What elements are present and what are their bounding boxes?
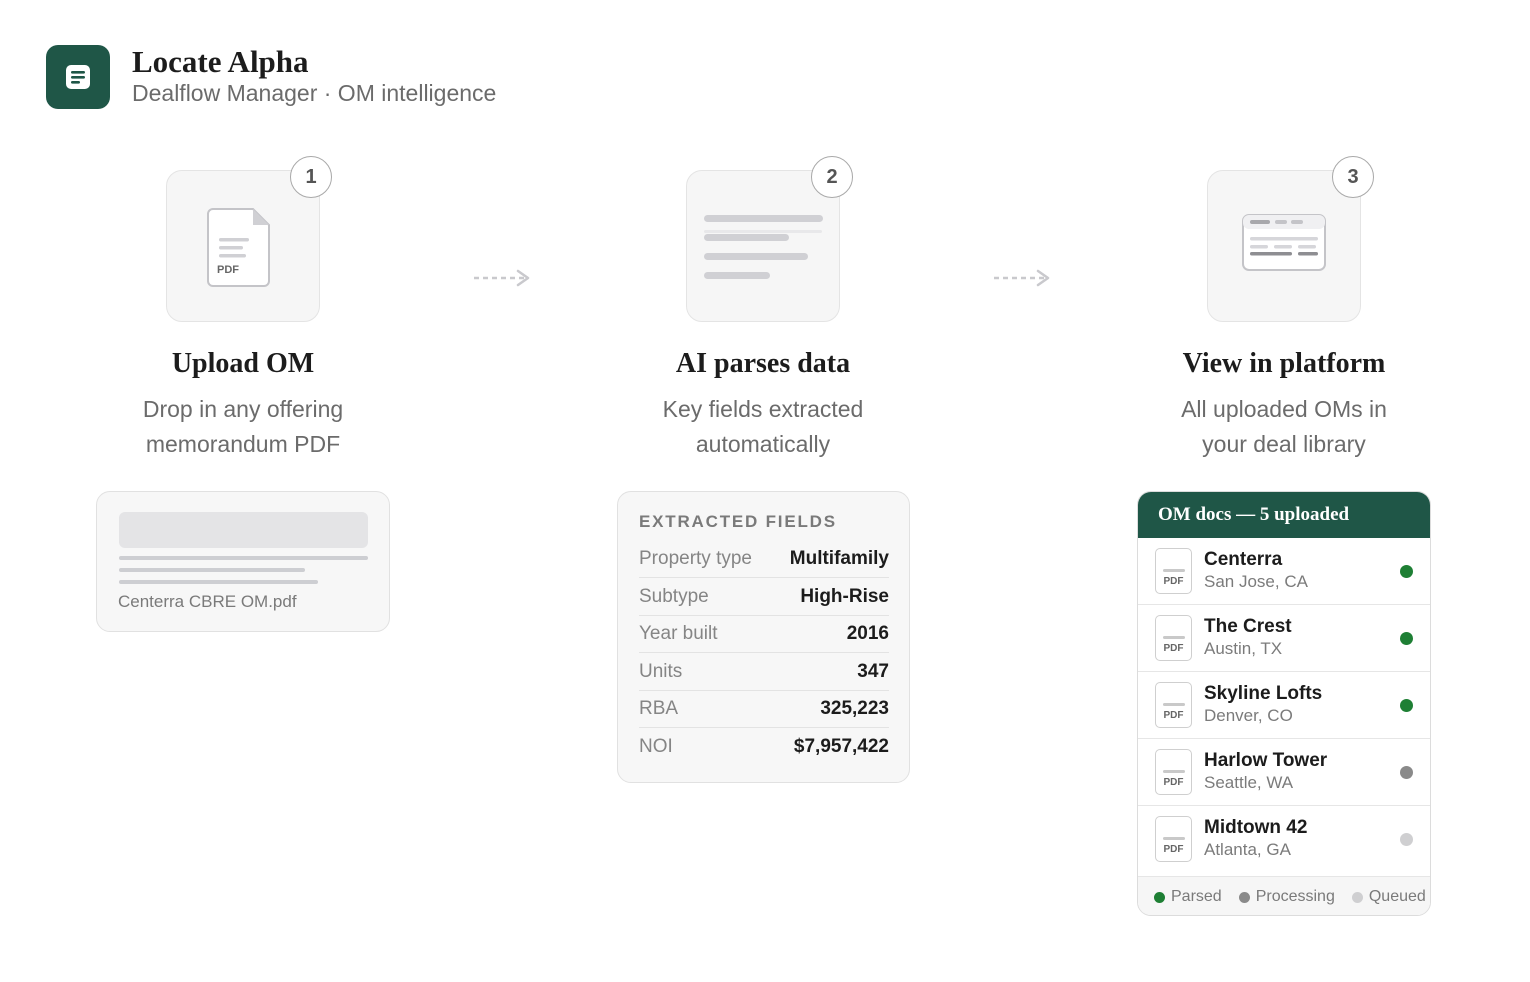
step-2-number: 2 [811, 156, 853, 198]
legend-label: Parsed [1171, 888, 1222, 905]
status-dot-parsed [1400, 699, 1413, 712]
doc-name: Harlow Tower [1204, 750, 1328, 771]
app-logo [46, 45, 110, 109]
step-1-title: Upload OM [171, 348, 315, 379]
om-docs-header: OM docs — 5 uploaded [1138, 492, 1430, 538]
file-name: Centerra CBRE OM.pdf [118, 592, 297, 611]
step-2-desc-line2: automatically [695, 431, 831, 457]
field-value: 347 [857, 660, 889, 682]
step-3-icon-box [1207, 170, 1361, 322]
field-label: Units [639, 660, 683, 682]
field-label: RBA [639, 697, 679, 719]
uploaded-file-card[interactable]: Centerra CBRE OM.pdf [96, 491, 390, 632]
doc-name: Midtown 42 [1204, 817, 1308, 838]
dashboard-window-icon [1242, 214, 1326, 271]
extracted-fields-heading: EXTRACTED FIELDS [639, 512, 837, 531]
file-preview-line [119, 556, 368, 560]
legend-queued: Queued [1351, 888, 1426, 906]
legend-dot-processing [1238, 891, 1250, 903]
field-row: Subtype High-Rise [639, 578, 889, 616]
file-preview-line [119, 580, 318, 584]
doc-location: Seattle, WA [1204, 773, 1294, 792]
field-row: Property type Multifamily [639, 540, 889, 578]
doc-list-item[interactable]: PDF Harlow Tower Seattle, WA [1138, 739, 1430, 806]
field-value: $7,957,422 [793, 736, 889, 757]
doc-location: Denver, CO [1204, 706, 1293, 725]
step-1-desc-line2: memorandum PDF [145, 431, 341, 457]
status-legend: Parsed Processing Queued [1138, 877, 1430, 915]
field-row: NOI $7,957,422 [639, 728, 889, 766]
doc-list-item[interactable]: PDF Midtown 42 Atlanta, GA [1138, 806, 1430, 877]
step-2-title: AI parses data [675, 348, 851, 379]
legend-label: Processing [1255, 888, 1335, 905]
svg-text:PDF: PDF [217, 264, 239, 276]
legend-processing: Processing [1238, 888, 1335, 906]
app-title: Locate Alpha [132, 44, 309, 79]
field-value: Multifamily [789, 547, 889, 569]
pdf-file-icon: PDF [1155, 548, 1192, 594]
file-preview-line [119, 568, 305, 572]
field-label: Property type [639, 547, 752, 569]
doc-location: Austin, TX [1204, 639, 1283, 658]
step-2-icon-box [686, 170, 840, 322]
legend-dot-parsed [1154, 891, 1165, 903]
field-label: NOI [639, 736, 673, 757]
om-docs-library: OM docs — 5 uploaded PDF Centerra San Jo… [1137, 491, 1431, 916]
status-dot-queued [1400, 833, 1413, 846]
step-3-title: View in platform [1182, 348, 1386, 379]
step-1-description: Drop in any offering memorandum PDF [93, 392, 393, 462]
document-lines-icon [66, 65, 90, 89]
pdf-file-icon: PDF [1155, 749, 1192, 795]
doc-list-item[interactable]: PDF Centerra San Jose, CA [1138, 538, 1430, 605]
doc-name: Centerra [1204, 549, 1283, 570]
extracted-fields-card: EXTRACTED FIELDS Property type Multifami… [617, 491, 910, 783]
legend-parsed: Parsed [1154, 888, 1222, 906]
pdf-file-icon: PDF [1155, 682, 1192, 728]
field-label: Year built [639, 622, 718, 644]
doc-name: The Crest [1204, 616, 1292, 637]
step-1-desc-line1: Drop in any offering [142, 396, 344, 422]
pdf-file-icon: PDF [1155, 816, 1192, 862]
field-row: RBA 325,223 [639, 690, 889, 728]
field-row: Units 347 [639, 653, 889, 691]
step-3-number: 3 [1332, 156, 1374, 198]
arrow-right-icon [474, 269, 530, 287]
legend-dot-queued [1351, 891, 1363, 903]
pdf-file-icon: PDF [1155, 615, 1192, 661]
field-value: 325,223 [820, 697, 889, 719]
status-dot-processing [1400, 766, 1413, 779]
app-subtitle: Dealflow Manager · OM intelligence [132, 80, 497, 106]
field-value: 2016 [846, 622, 889, 644]
step-3-description: All uploaded OMs in your deal library [1134, 392, 1434, 462]
arrow-right-icon [994, 269, 1050, 287]
legend-label: Queued [1368, 888, 1426, 905]
field-row: Year built 2016 [639, 615, 889, 653]
doc-list-item[interactable]: PDF Skyline Lofts Denver, CO [1138, 672, 1430, 739]
doc-name: Skyline Lofts [1204, 683, 1323, 704]
field-label: Subtype [639, 585, 709, 607]
status-dot-parsed [1400, 565, 1413, 578]
step-1-number: 1 [290, 156, 332, 198]
doc-location: San Jose, CA [1204, 572, 1308, 591]
file-preview-placeholder [119, 512, 368, 548]
doc-list-item[interactable]: PDF The Crest Austin, TX [1138, 605, 1430, 672]
step-2-description: Key fields extracted automatically [613, 392, 913, 462]
text-lines-icon [704, 215, 823, 279]
status-dot-parsed [1400, 632, 1413, 645]
doc-location: Atlanta, GA [1204, 840, 1291, 859]
step-3-desc-line2: your deal library [1202, 431, 1366, 457]
field-value: High-Rise [800, 585, 889, 607]
step-2-desc-line1: Key fields extracted [662, 396, 864, 422]
step-3-desc-line1: All uploaded OMs in [1181, 396, 1387, 422]
